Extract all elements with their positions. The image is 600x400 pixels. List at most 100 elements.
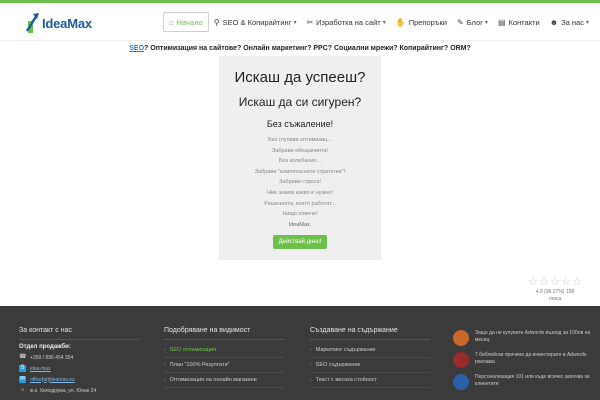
footer-contact: За контакт с нас Отдел продажби: ☎ +359 … — [19, 306, 139, 394]
skype-link[interactable]: idea-max — [30, 366, 51, 372]
footer-divider — [19, 339, 139, 340]
hero-lines: Без глупава оптимизац... Забрави обещания… — [219, 135, 381, 220]
star-icon[interactable]: ☆ — [550, 277, 560, 288]
nav-item-label: Изработка на сайт — [316, 17, 381, 27]
logo-text: IdeaMax — [42, 15, 92, 31]
home-icon: ⌂ — [168, 17, 174, 27]
hero-heading: Искаш да успееш? — [234, 69, 366, 86]
chevron-right-icon: › — [164, 346, 166, 353]
phone-number: +359 / 896 454 354 — [30, 354, 74, 361]
location-icon: ⌂ — [20, 387, 25, 393]
email-row: ✉ office[at]ideamax.eu — [19, 376, 139, 383]
site-header: IdeaMax ⌂ Начало ⚲ SEO & Копирайтинг ▾ ✂ Израб… — [0, 3, 600, 41]
chevron-right-icon: › — [310, 361, 312, 368]
visibility-list: › SEO оптимизация › План "100% Резултати" › О… — [164, 343, 284, 388]
chevron-right-icon: › — [310, 376, 312, 383]
footer-posts: Защо да не купувате Adwords възход за 10… — [453, 306, 593, 396]
hero-line: Ние знаем какво е нужно! — [267, 189, 333, 196]
hero-line: Решенията, които работят... — [264, 200, 336, 207]
thumbs-up-icon: ✋ — [395, 17, 406, 27]
hero-line: Нищо повече! — [282, 211, 318, 218]
nav-item-4[interactable]: ✎ Блог ▾ — [452, 12, 493, 32]
email-link[interactable]: office[at]ideamax.eu — [30, 377, 75, 383]
nav-item-1[interactable]: ⚲ SEO & Копирайтинг ▾ — [209, 12, 302, 32]
star-icon[interactable]: ☆ — [539, 277, 549, 288]
nav-item-3[interactable]: ✋ Препоръки — [391, 12, 452, 32]
contacts-icon: ▤ — [497, 17, 506, 27]
footer-link-label: Маркетинг съдържание — [315, 346, 376, 353]
star-icon[interactable]: ☆ — [572, 277, 582, 288]
footer-visibility: Подобряване на видимост › SEO оптимизация… — [164, 306, 284, 388]
post-title: Персонализация 101 или къде всичко започ… — [475, 374, 590, 387]
page: IdeaMax ⌂ Начало ⚲ SEO & Копирайтинг ▾ ✂ Израб… — [0, 0, 600, 400]
site-logo[interactable]: IdeaMax — [26, 9, 92, 37]
footer-visibility-title: Подобряване на видимост — [164, 327, 251, 334]
footer-contact-title: За контакт с нас — [19, 327, 72, 334]
address-text: ж.к. Хиподрума, ул. Юнак 24 — [30, 387, 97, 394]
footer-link-label: SEO оптимизация — [169, 346, 217, 353]
post-thumbnail — [453, 374, 469, 390]
content-list: › Маркетинг съдържание › SEO съдържание › Тек… — [310, 343, 430, 388]
footer-content-title: Създаване на съдържание — [310, 327, 398, 334]
footer-content: Създаване на съдържание › Маркетинг съдър… — [310, 306, 430, 388]
tagline: SEO? Оптимизация на сайтове? Онлайн марк… — [0, 45, 600, 52]
footer-link-label: SEO съдържание — [315, 361, 361, 368]
hero-line: Забрави "комплексните стратегии"! — [254, 168, 346, 175]
post-title: 7 библейски причини да инвестирате в Adw… — [475, 352, 587, 365]
phone-icon: ☎ — [19, 354, 27, 360]
hero-line: Забрави обещанията! — [271, 147, 329, 154]
chevron-down-icon: ▾ — [382, 19, 386, 26]
chevron-right-icon: › — [310, 346, 312, 353]
hero-tagline: Без съжаление! — [266, 119, 334, 129]
hero-subheading: Искаш да си сигурен? — [238, 95, 362, 109]
skype-icon: S — [19, 365, 26, 372]
nav-item-label: SEO & Копирайтинг — [222, 17, 292, 27]
footer-link-label: Оптимизация на онлайн магазини — [169, 376, 257, 383]
footer-divider — [310, 339, 430, 340]
footer-link[interactable]: › Маркетинг съдържание — [310, 343, 430, 358]
footer-link[interactable]: › SEO съдържание — [310, 358, 430, 373]
star-icon[interactable]: ☆ — [561, 277, 571, 288]
tagline-seo-link[interactable]: SEO — [129, 45, 144, 52]
chevron-down-icon: ▾ — [484, 19, 488, 26]
nav-item-2[interactable]: ✂ Изработка на сайт ▾ — [301, 12, 390, 32]
address-row: ⌂ ж.к. Хиподрума, ул. Юнак 24 — [19, 387, 139, 394]
star-icon[interactable]: ☆ — [528, 277, 538, 288]
rating-widget: ☆ ☆ ☆ ☆ ☆ 4.8 (96.27%) 158 гласа — [528, 277, 582, 303]
blog-post-item[interactable]: Защо да не купувате Adwords възход за 10… — [453, 330, 593, 352]
nav-item-label: Контакти — [508, 17, 540, 27]
hero-line: Без глупава оптимизац... — [268, 137, 332, 143]
site-footer: За контакт с нас Отдел продажби: ☎ +359 … — [0, 306, 600, 400]
footer-link-label: Текст с висока стойност — [315, 376, 378, 383]
chevron-down-icon: ▾ — [585, 19, 589, 26]
hero-brand: IdeaMax. — [288, 221, 312, 228]
nav-item-label: Начало — [176, 17, 203, 27]
sales-label: Отдел продажби: — [19, 344, 71, 350]
phone-row: ☎ +359 / 896 454 354 — [19, 354, 139, 361]
rating-stars: ☆ ☆ ☆ ☆ ☆ — [528, 277, 582, 288]
footer-divider — [164, 339, 284, 340]
nav-item-label: Препоръки — [408, 17, 447, 27]
footer-link[interactable]: › План "100% Резултати" — [164, 358, 284, 373]
post-thumbnail — [453, 330, 469, 346]
logo-arrow-icon — [26, 13, 39, 33]
user-icon: ☻ — [549, 17, 559, 27]
footer-link[interactable]: › Текст с висока стойност — [310, 373, 430, 388]
tagline-text: ? Оптимизация на сайтове? Онлайн маркети… — [144, 45, 471, 52]
email-icon: ✉ — [19, 376, 26, 383]
tools-icon: ✂ — [306, 17, 314, 27]
footer-link[interactable]: › SEO оптимизация — [164, 343, 284, 358]
pen-icon: ✎ — [457, 17, 464, 27]
cta-button[interactable]: Действай днес! — [272, 234, 328, 249]
nav-item-5[interactable]: ▤ Контакти — [493, 12, 545, 32]
footer-link[interactable]: › Оптимизация на онлайн магазини — [164, 373, 284, 388]
nav-item-6[interactable]: ☻ За нас ▾ — [545, 12, 594, 32]
nav-item-0[interactable]: ⌂ Начало — [162, 12, 209, 32]
blog-post-item[interactable]: Персонализация 101 или къде всичко започ… — [453, 374, 593, 396]
main-nav: ⌂ Начало ⚲ SEO & Копирайтинг ▾ ✂ Изработка на … — [162, 12, 594, 32]
nav-item-label: За нас — [561, 17, 584, 27]
hero-line: Без колебание... — [278, 158, 322, 165]
hero-box: Искаш да успееш? Искаш да си сигурен? Бе… — [219, 56, 381, 260]
blog-post-item[interactable]: 7 библейски причини да инвестирате в Adw… — [453, 352, 593, 374]
rating-text: 4.8 (96.27%) 158 гласа — [535, 289, 575, 302]
